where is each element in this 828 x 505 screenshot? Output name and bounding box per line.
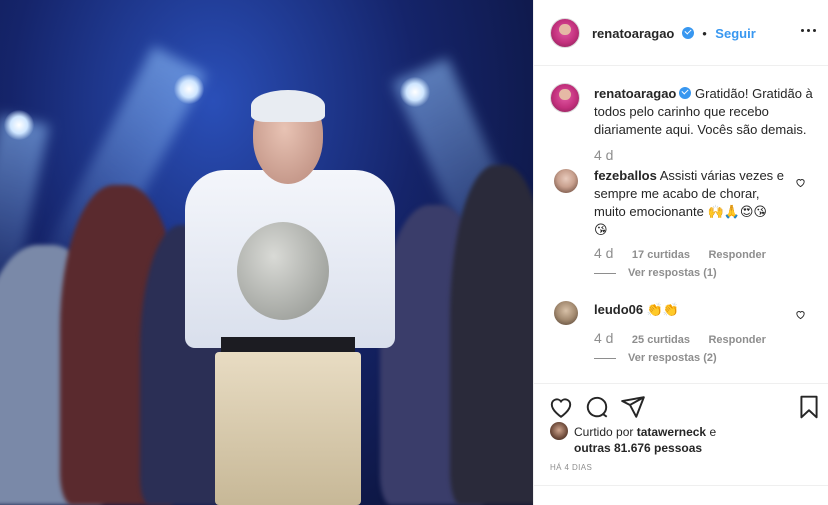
author-username[interactable]: renatoaragao	[592, 26, 674, 41]
comment-author[interactable]: fezeballos	[594, 168, 657, 183]
caption-author[interactable]: renatoaragao	[594, 86, 676, 101]
reply-button[interactable]: Responder	[708, 334, 765, 346]
stage-light	[400, 77, 430, 107]
comment-text: sempre me acabo de chorar,	[594, 186, 760, 201]
likes-count[interactable]: outras 81.676 pessoas	[574, 441, 702, 455]
separator-dot: •	[702, 26, 707, 41]
stage-light	[4, 110, 34, 140]
caption-time[interactable]: 4 d	[594, 147, 613, 163]
liker-username[interactable]: tatawerneck	[637, 425, 706, 439]
post-side-panel: renatoaragao • Seguir renatoaragao Grati…	[533, 0, 828, 505]
comment-time[interactable]: 4 d	[594, 330, 613, 346]
post-photo[interactable]	[0, 0, 533, 505]
verified-badge-icon	[681, 27, 694, 39]
verified-badge-icon	[679, 87, 692, 99]
comment-author[interactable]: leudo06	[594, 302, 643, 317]
view-replies-label: Ver respostas (1)	[628, 267, 717, 279]
add-comment-bar[interactable]	[534, 485, 828, 505]
view-replies-label: Ver respostas (2)	[628, 352, 717, 364]
follow-button[interactable]: Seguir	[715, 26, 755, 41]
comment-text: 👏👏	[646, 302, 680, 317]
share-icon[interactable]	[620, 394, 646, 420]
man-holding-hat	[185, 90, 395, 505]
comment-text: muito emocionante 🙌🙏😍😘	[594, 204, 767, 219]
likes-summary[interactable]: Curtido por tatawerneck e outras 81.676 …	[574, 424, 716, 456]
comment-icon[interactable]	[584, 394, 610, 420]
more-options-icon[interactable]	[801, 22, 817, 38]
like-comment-heart-icon[interactable]	[795, 177, 806, 188]
commenter-avatar[interactable]	[554, 169, 578, 193]
comment-meta: 4 d 17 curtidas Responder	[594, 245, 766, 263]
bookmark-icon[interactable]	[796, 394, 822, 420]
replies-divider	[594, 357, 616, 359]
comment-likes[interactable]: 17 curtidas	[632, 249, 690, 261]
caption-author-avatar[interactable]	[550, 83, 580, 113]
likes-prefix: Curtido por	[574, 425, 634, 439]
post-header: renatoaragao • Seguir	[534, 0, 828, 66]
crowd-figure	[450, 165, 533, 505]
comment: fezeballos Assisti várias vezes e sempre…	[594, 167, 794, 239]
comment-text: Assisti várias vezes e	[659, 168, 785, 183]
view-replies-button[interactable]: Ver respostas (2)	[594, 352, 717, 364]
comment-time[interactable]: 4 d	[594, 245, 613, 261]
caption: renatoaragao Gratidão! Gratidão à todos …	[594, 85, 816, 139]
author-avatar[interactable]	[550, 18, 580, 48]
commenter-avatar[interactable]	[554, 301, 578, 325]
post-timestamp[interactable]: HÁ 4 DIAS	[550, 463, 592, 472]
likes-suffix: e	[709, 425, 717, 439]
heart-icon[interactable]	[548, 394, 574, 420]
comment: leudo06 👏👏	[594, 301, 794, 319]
comment-text: 😘	[594, 222, 608, 237]
comment-likes[interactable]: 25 curtidas	[632, 334, 690, 346]
replies-divider	[594, 272, 616, 274]
like-comment-heart-icon[interactable]	[795, 309, 806, 320]
reply-button[interactable]: Responder	[708, 249, 765, 261]
view-replies-button[interactable]: Ver respostas (1)	[594, 267, 717, 279]
comment-meta: 4 d 25 curtidas Responder	[594, 330, 766, 348]
liker-avatar[interactable]	[550, 422, 568, 440]
comments-list[interactable]: renatoaragao Gratidão! Gratidão à todos …	[534, 67, 828, 383]
